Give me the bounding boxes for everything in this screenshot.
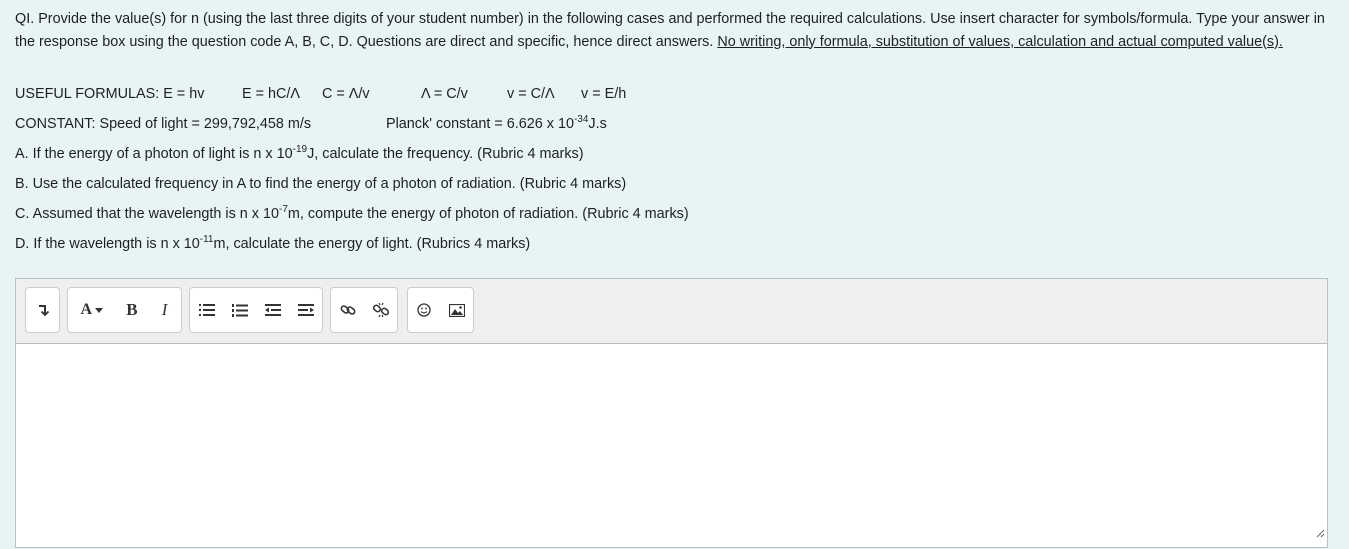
d-exponent: -11	[199, 234, 214, 245]
constants-line: CONSTANT: Speed of light = 299,792,458 m…	[15, 115, 715, 133]
formulas-label: USEFUL FORMULAS: E = hv	[15, 86, 205, 102]
toolbar-group-format: A B I	[67, 287, 182, 333]
question-b: B. Use the calculated frequency in A to …	[15, 176, 627, 192]
formula-item: Λ = C/v	[421, 86, 468, 102]
d-suffix: m, calculate the energy of light. (Rubri…	[213, 236, 531, 252]
collapse-toolbar-icon	[38, 305, 49, 317]
image-icon	[448, 303, 465, 317]
toolbar-group-insert	[407, 287, 474, 333]
constant-light: CONSTANT: Speed of light = 299,792,458 m…	[15, 116, 312, 132]
a-exponent: -19	[292, 144, 308, 155]
unlink-icon	[372, 302, 389, 318]
constant-planck: Planck' constant = 6.626 x 10-34J.s	[386, 115, 607, 133]
indent-button[interactable]	[289, 288, 322, 332]
c-prefix: C. Assumed that the wavelength is n x 10	[15, 206, 279, 222]
font-style-label: A	[80, 301, 93, 318]
response-input[interactable]	[16, 344, 1327, 549]
unlink-button[interactable]	[364, 288, 397, 332]
image-button[interactable]	[441, 288, 474, 332]
outdent-button[interactable]	[256, 288, 289, 332]
question-a: A. If the energy of a photon of light is…	[15, 145, 584, 163]
toolbar-group-links	[330, 287, 398, 333]
a-prefix: A. If the energy of a photon of light is…	[15, 146, 293, 162]
question-intro: QI. Provide the value(s) for n (using th…	[15, 8, 1330, 53]
ordered-list-button[interactable]	[223, 288, 256, 332]
ordered-list-icon	[231, 303, 248, 317]
editor-toolbar: A B I	[16, 279, 1327, 344]
question-c: C. Assumed that the wavelength is n x 10…	[15, 205, 689, 223]
formulas-line: USEFUL FORMULAS: E = hv E = hC/Λ C = Λ/v…	[15, 85, 715, 103]
toolbar-group-lists	[189, 287, 323, 333]
planck-suffix: J.s	[588, 116, 607, 132]
emoji-button[interactable]	[408, 288, 441, 332]
formula-item: C = Λ/v	[322, 86, 370, 102]
intro-underlined: No writing, only formula, substitution o…	[717, 33, 1283, 50]
unordered-list-button[interactable]	[190, 288, 223, 332]
question-d: D. If the wavelength is n x 10-11m, calc…	[15, 235, 530, 253]
bold-button[interactable]: B	[116, 288, 149, 332]
formula-item: v = C/Λ	[507, 86, 555, 102]
font-style-button[interactable]: A	[68, 288, 116, 332]
dropdown-caret-icon	[95, 307, 104, 313]
outdent-icon	[264, 304, 281, 316]
link-icon	[340, 305, 355, 315]
a-suffix: J, calculate the frequency. (Rubric 4 ma…	[307, 146, 584, 162]
formula-item: v = E/h	[581, 86, 627, 102]
toolbar-group-toggle	[25, 287, 60, 333]
link-button[interactable]	[331, 288, 364, 332]
indent-icon	[297, 304, 314, 316]
response-editor: A B I	[15, 278, 1328, 548]
d-prefix: D. If the wavelength is n x 10	[15, 236, 200, 252]
c-suffix: m, compute the energy of photon of radia…	[287, 206, 689, 222]
planck-exponent: -34	[573, 114, 589, 125]
formula-item: E = hC/Λ	[242, 86, 301, 102]
italic-button[interactable]: I	[148, 288, 181, 332]
collapse-toolbar-button[interactable]	[26, 288, 59, 332]
unordered-list-icon	[198, 304, 215, 316]
emoji-icon	[417, 303, 431, 317]
c-exponent: -7	[278, 204, 288, 215]
planck-prefix: Planck' constant = 6.626 x 10	[386, 116, 574, 132]
